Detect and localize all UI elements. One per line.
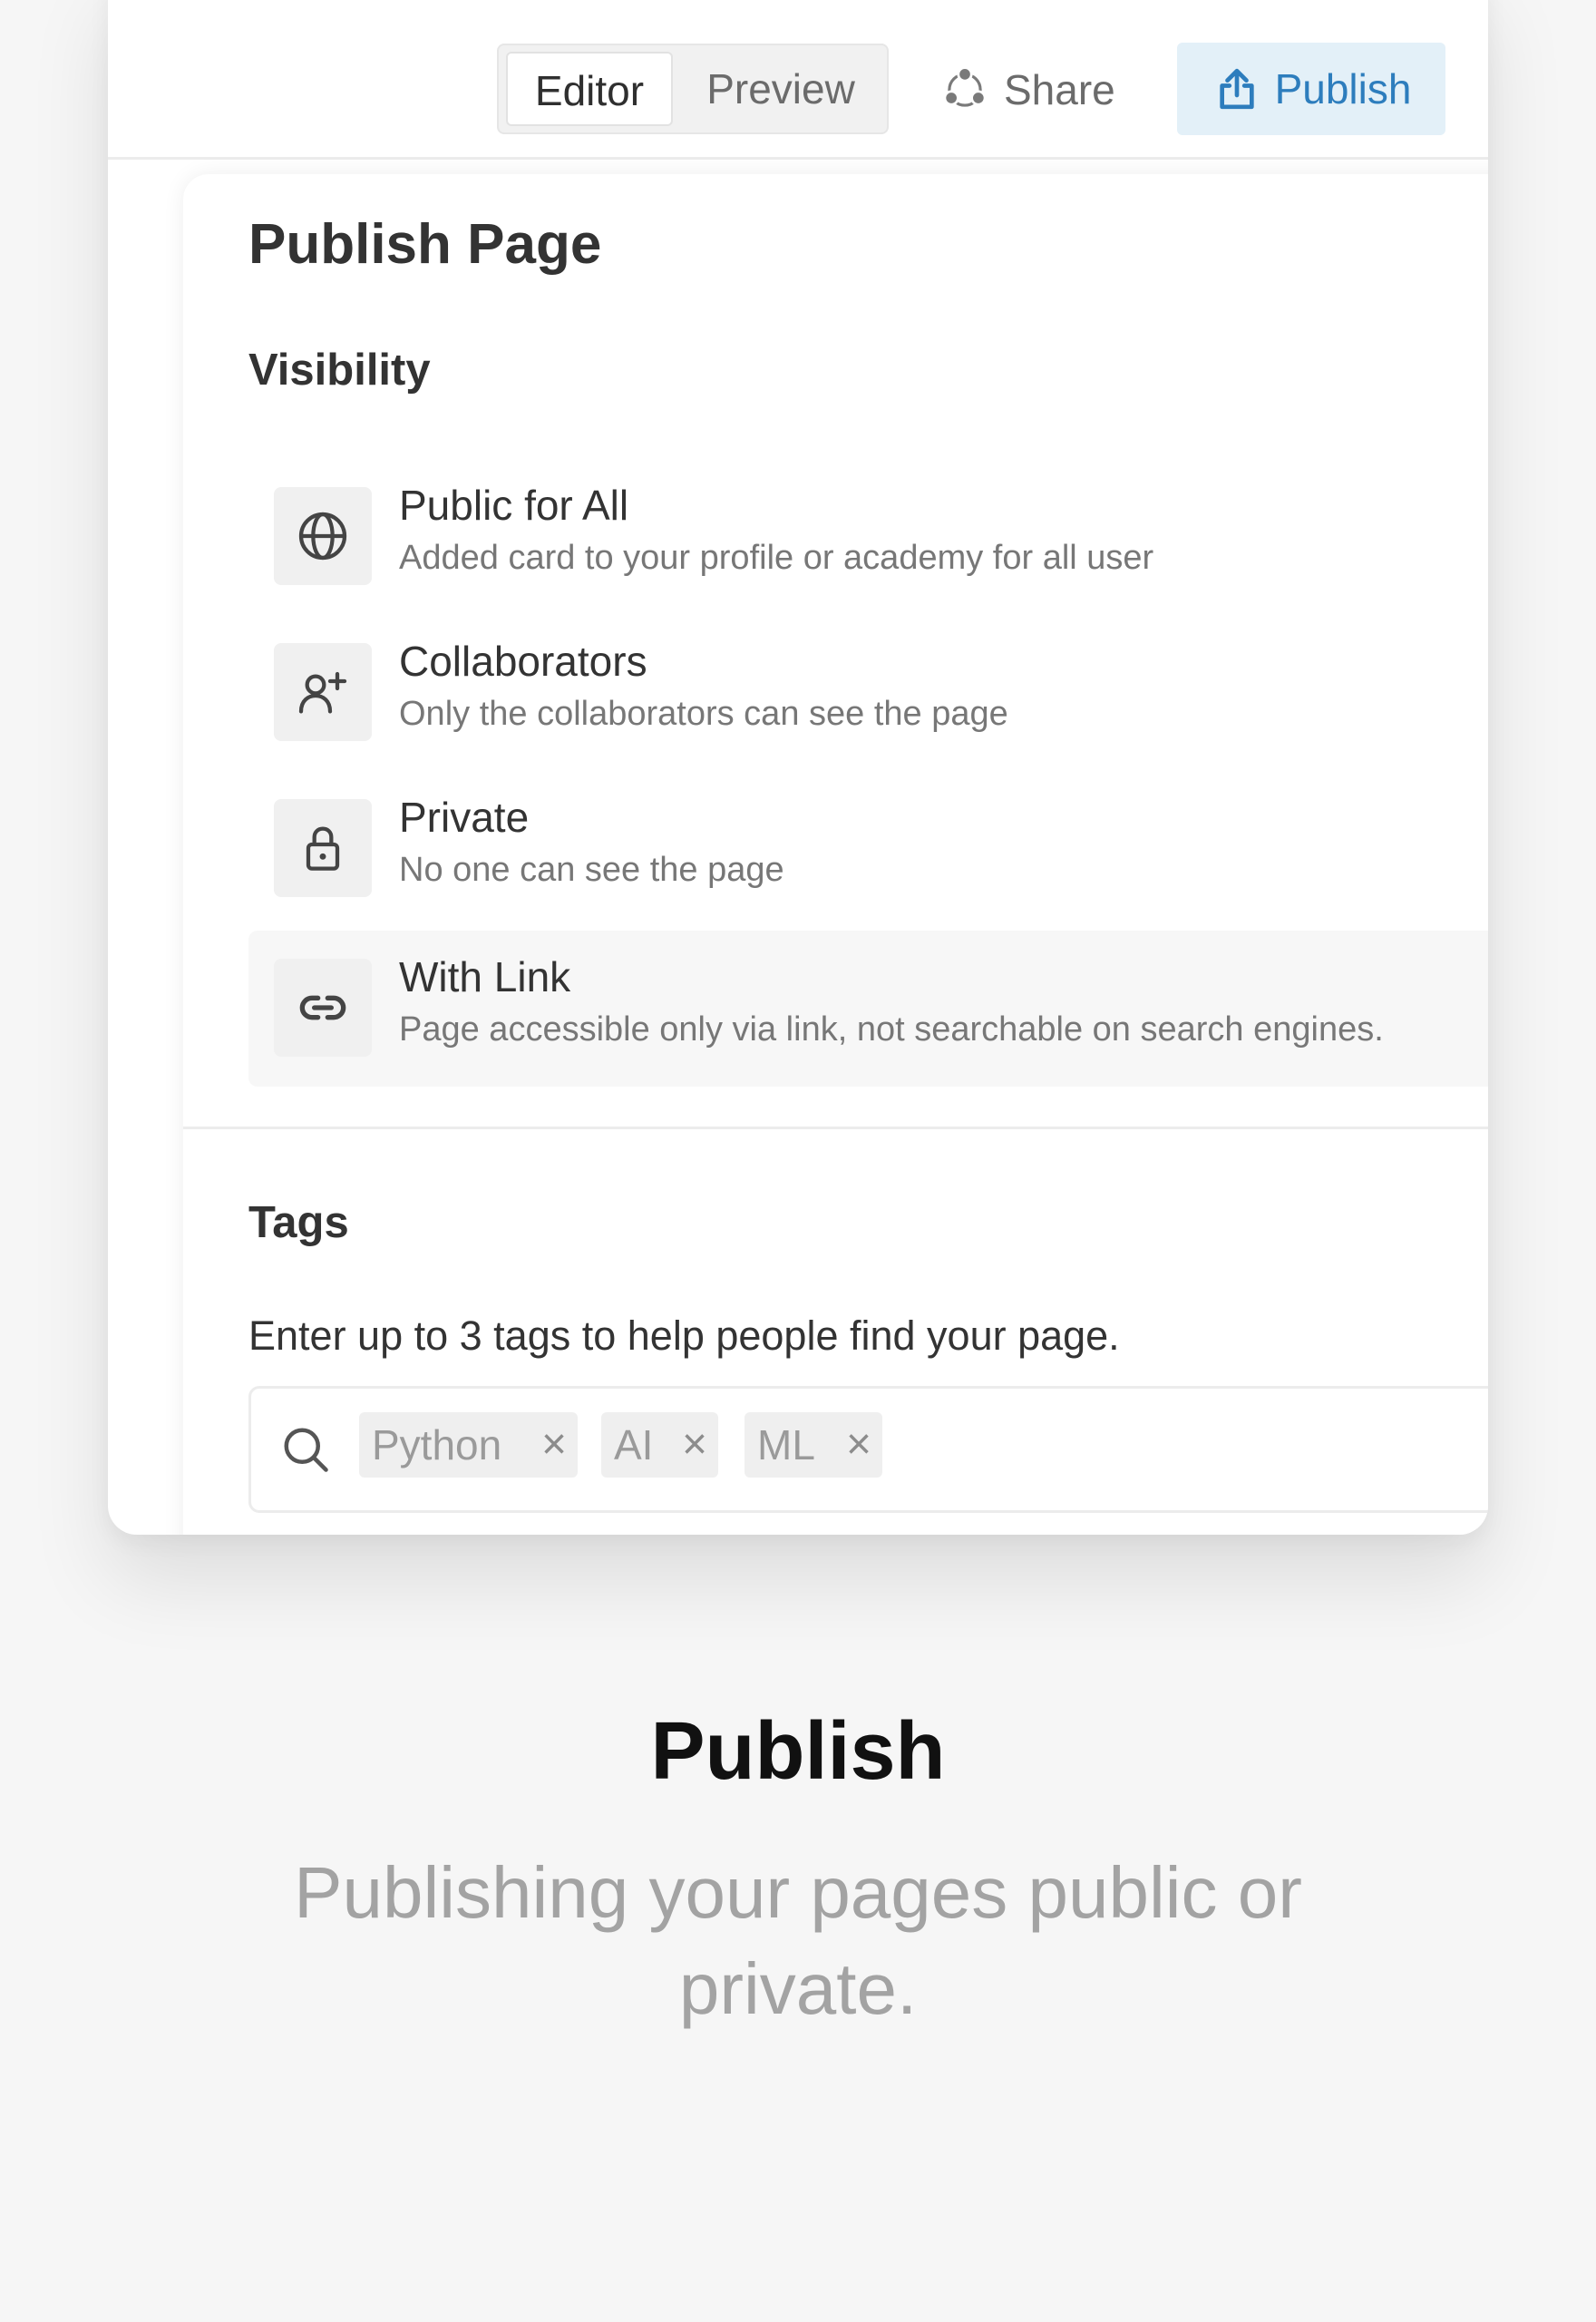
remove-tag-icon[interactable]: × (846, 1412, 871, 1478)
option-title: Private (399, 794, 530, 841)
publish-button[interactable]: Publish (1177, 43, 1445, 135)
feature-title: Publish (650, 1706, 946, 1797)
publish-label: Publish (1274, 65, 1412, 112)
tag-chip: ML × (744, 1412, 882, 1478)
tag-label: Python (372, 1421, 502, 1468)
option-description: No one can see the page (399, 851, 784, 889)
remove-tag-icon[interactable]: × (682, 1412, 707, 1478)
option-title: Public for All (399, 482, 629, 529)
remove-tag-icon[interactable]: × (541, 1412, 567, 1478)
globe-icon (274, 487, 372, 585)
dialog-title: Publish Page (248, 213, 602, 276)
tab-editor[interactable]: Editor (506, 52, 673, 126)
option-title: With Link (399, 953, 571, 1000)
share-icon (940, 65, 989, 114)
option-description: Only the collaborators can see the page (399, 695, 1008, 733)
option-title: Collaborators (399, 638, 647, 685)
editor-header: Editor Preview Share Publish (108, 0, 1488, 160)
lock-icon (274, 799, 372, 897)
app-window: Editor Preview Share Publish Publish Pag… (108, 0, 1488, 1535)
person-add-icon (274, 643, 372, 741)
tag-label: AI (614, 1421, 654, 1468)
link-icon (274, 959, 372, 1057)
tags-heading: Tags (248, 1198, 349, 1247)
upload-icon (1212, 63, 1262, 114)
tag-label: ML (757, 1421, 815, 1468)
search-icon (278, 1422, 333, 1477)
tag-chip: AI × (601, 1412, 718, 1478)
option-description: Page accessible only via link, not searc… (399, 1010, 1384, 1049)
visibility-option-private[interactable]: Private No one can see the page (248, 771, 1488, 927)
visibility-option-public[interactable]: Public for All Added card to your profil… (248, 459, 1488, 615)
visibility-heading: Visibility (248, 346, 431, 395)
publish-dialog: Publish Page Visibility Public for All A… (183, 174, 1488, 1535)
tab-preview[interactable]: Preview (680, 52, 881, 126)
visibility-option-with-link[interactable]: With Link Page accessible only via link,… (248, 931, 1488, 1087)
tag-chip: Python × (359, 1412, 578, 1478)
section-divider (183, 1127, 1488, 1129)
share-label: Share (1004, 66, 1115, 113)
feature-subtitle: Publishing your pages public or private. (294, 1852, 1302, 2029)
share-button[interactable]: Share (940, 53, 1115, 127)
tags-hint: Enter up to 3 tags to help people find y… (248, 1312, 1120, 1359)
visibility-option-collaborators[interactable]: Collaborators Only the collaborators can… (248, 615, 1488, 771)
tags-input[interactable]: Python × AI × ML × (248, 1386, 1488, 1513)
option-description: Added card to your profile or academy fo… (399, 539, 1154, 577)
mode-switch: Editor Preview (497, 44, 889, 134)
